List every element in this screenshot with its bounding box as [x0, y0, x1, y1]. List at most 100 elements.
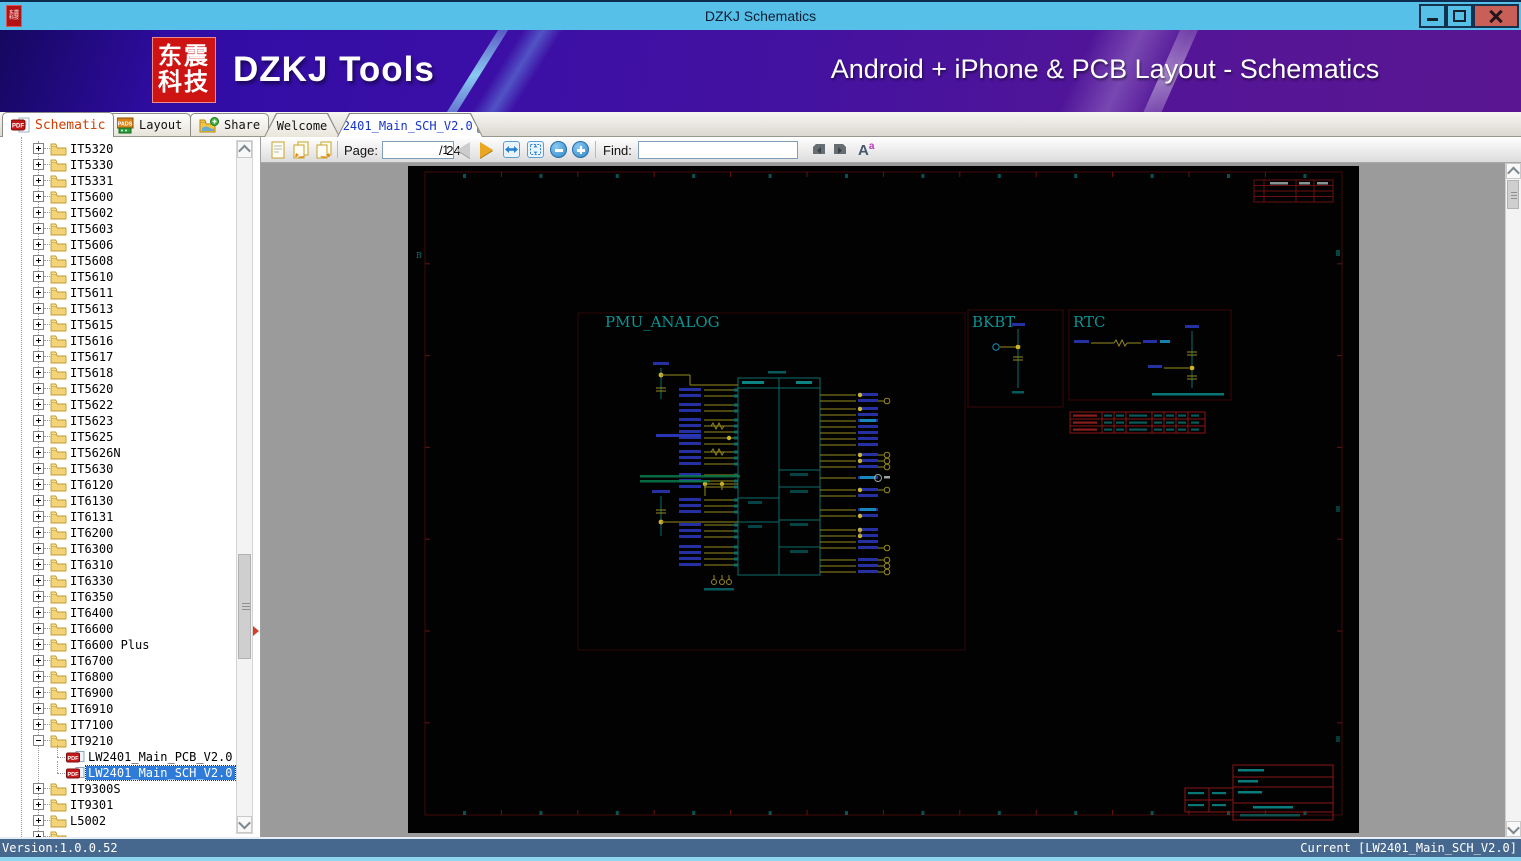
tree-item-folder[interactable] [0, 829, 240, 837]
expand-icon[interactable] [33, 399, 44, 410]
expand-icon[interactable] [33, 495, 44, 506]
expand-icon[interactable] [33, 815, 44, 826]
tree-item-folder[interactable]: IT6600 [0, 621, 240, 637]
expand-icon[interactable] [33, 223, 44, 234]
viewer-scroll-up-button[interactable] [1506, 163, 1521, 179]
tree-item-folder[interactable]: IT6130 [0, 493, 240, 509]
prev-page-button[interactable] [457, 142, 470, 158]
find-previous-button[interactable] [811, 142, 827, 161]
tree-item-folder[interactable]: IT9301 [0, 797, 240, 813]
expand-icon[interactable] [33, 799, 44, 810]
expand-icon[interactable] [33, 159, 44, 170]
expand-icon[interactable] [33, 639, 44, 650]
tree-item-folder[interactable]: IT5600 [0, 189, 240, 205]
expand-icon[interactable] [33, 415, 44, 426]
tree-item-folder[interactable]: IT6910 [0, 701, 240, 717]
expand-icon[interactable] [33, 431, 44, 442]
expand-icon[interactable] [33, 447, 44, 458]
expand-icon[interactable] [33, 207, 44, 218]
tree-item-folder[interactable]: IT6900 [0, 685, 240, 701]
expand-icon[interactable] [33, 335, 44, 346]
tree-item-folder[interactable]: IT6800 [0, 669, 240, 685]
expand-icon[interactable] [33, 511, 44, 522]
expand-icon[interactable] [33, 671, 44, 682]
expand-icon[interactable] [33, 239, 44, 250]
tree-item-folder[interactable]: IT5623 [0, 413, 240, 429]
schematic-page[interactable]: B PMU_ANALOG BKBT RTC [408, 166, 1359, 833]
tree-item-folder[interactable]: IT5608 [0, 253, 240, 269]
fit-width-button[interactable] [503, 141, 520, 158]
expand-icon[interactable] [33, 143, 44, 154]
tree-item-folder[interactable]: IT5625 [0, 429, 240, 445]
tree-scrollbar[interactable] [236, 140, 253, 834]
tree-item-folder[interactable]: IT5622 [0, 397, 240, 413]
tree-item-folder[interactable]: IT5618 [0, 365, 240, 381]
minimize-button[interactable] [1419, 4, 1446, 28]
tree-item-folder[interactable]: IT5610 [0, 269, 240, 285]
tree-item-folder[interactable]: IT5602 [0, 205, 240, 221]
tree-item-folder[interactable]: IT6350 [0, 589, 240, 605]
expand-icon[interactable] [33, 463, 44, 474]
expand-icon[interactable] [33, 607, 44, 618]
tree-item-folder[interactable]: IT6310 [0, 557, 240, 573]
expand-icon[interactable] [33, 303, 44, 314]
next-page-button[interactable] [480, 142, 493, 158]
expand-icon[interactable] [33, 255, 44, 266]
expand-icon[interactable] [33, 271, 44, 282]
tab-share[interactable]: Share [190, 113, 270, 136]
expand-icon[interactable] [33, 703, 44, 714]
doc-tab-current[interactable]: LW2401_Main_SCH_V2.0 [337, 113, 483, 137]
tree-item-folder[interactable]: IT6300 [0, 541, 240, 557]
tree-item-file[interactable]: PDF LW2401_Main_PCB_V2.0 [0, 745, 240, 765]
tree-scroll-thumb[interactable] [238, 554, 251, 659]
expand-icon[interactable] [33, 543, 44, 554]
zoom-in-button[interactable] [572, 141, 589, 158]
zoom-out-button[interactable] [550, 141, 567, 158]
expand-icon[interactable] [33, 655, 44, 666]
tree-item-folder[interactable]: IT6330 [0, 573, 240, 589]
expand-icon[interactable] [33, 783, 44, 794]
tree-item-folder[interactable]: IT5613 [0, 301, 240, 317]
tree-item-folder[interactable]: IT5630 [0, 461, 240, 477]
tree-item-folder[interactable]: IT5606 [0, 237, 240, 253]
font-size-tool[interactable]: Aa [858, 141, 874, 159]
collapse-icon[interactable] [33, 735, 44, 746]
splitter-collapse-arrow[interactable] [253, 626, 259, 636]
tree-item-folder[interactable]: IT5603 [0, 221, 240, 237]
tree-item-folder[interactable]: IT9300S [0, 781, 240, 797]
expand-icon[interactable] [33, 175, 44, 186]
expand-icon[interactable] [33, 191, 44, 202]
tree-item-folder[interactable]: IT7100 [0, 717, 240, 733]
viewer-scroll-thumb[interactable] [1507, 180, 1519, 209]
viewer-scrollbar[interactable] [1505, 163, 1521, 837]
tab-schematic[interactable]: PDF Schematic [2, 112, 115, 137]
tree-item-folder[interactable]: IT6131 [0, 509, 240, 525]
tree-scroll-down-button[interactable] [237, 816, 252, 833]
expand-icon[interactable] [33, 719, 44, 730]
tree-scroll-up-button[interactable] [237, 141, 252, 158]
tree-item-folder[interactable]: IT5611 [0, 285, 240, 301]
tree-item-folder[interactable]: IT5330 [0, 157, 240, 173]
find-input[interactable] [638, 141, 798, 159]
fit-page-button[interactable] [527, 141, 544, 158]
tree-item-folder[interactable]: IT6600 Plus [0, 637, 240, 653]
tree-item-folder[interactable]: IT9210 [0, 733, 240, 749]
next-view-button[interactable] [314, 140, 334, 165]
close-button[interactable] [1473, 4, 1519, 28]
tree-item-file[interactable]: PDF LW2401_Main_SCH_V2.0 [0, 761, 240, 781]
expand-icon[interactable] [33, 687, 44, 698]
expand-icon[interactable] [33, 319, 44, 330]
tree-item-folder[interactable]: IT6200 [0, 525, 240, 541]
expand-icon[interactable] [33, 383, 44, 394]
tree-item-folder[interactable]: IT5626N [0, 445, 240, 461]
expand-icon[interactable] [33, 575, 44, 586]
expand-icon[interactable] [33, 351, 44, 362]
tree-item-folder[interactable]: IT5616 [0, 333, 240, 349]
expand-icon[interactable] [33, 367, 44, 378]
maximize-button[interactable] [1446, 4, 1473, 28]
tree-item-folder[interactable]: IT5620 [0, 381, 240, 397]
tree-item-folder[interactable]: IT6700 [0, 653, 240, 669]
tree-item-folder[interactable]: L5002 [0, 813, 240, 829]
tree-item-folder[interactable]: IT5615 [0, 317, 240, 333]
find-next-button[interactable] [832, 142, 848, 161]
